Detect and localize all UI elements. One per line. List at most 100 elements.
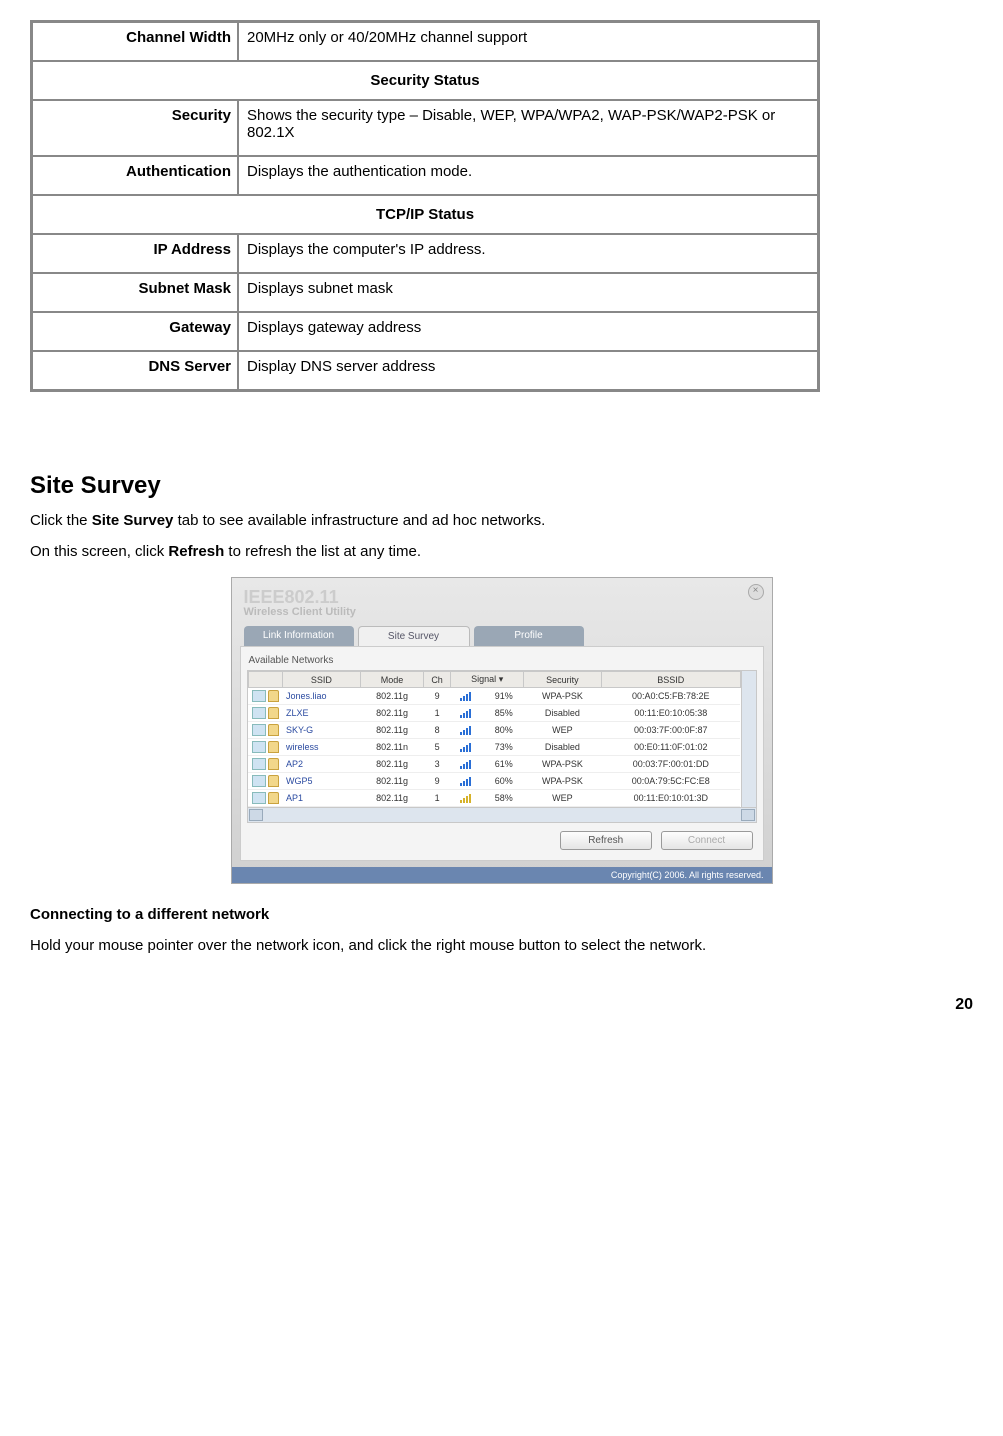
cell-ssid: Jones.liao (282, 688, 361, 705)
button-row: Refresh Connect (247, 823, 757, 850)
network-row[interactable]: AP2802.11g361%WPA-PSK00:03:7F:00:01:DD (248, 756, 740, 773)
row-label: Security (33, 101, 237, 155)
paragraph: On this screen, click Refresh to refresh… (30, 541, 973, 562)
table-row: Authentication Displays the authenticati… (33, 157, 817, 194)
table-row: Subnet Mask Displays subnet mask (33, 274, 817, 311)
col-signal[interactable]: Signal ▾ (451, 672, 524, 688)
row-value: Shows the security type – Disable, WEP, … (239, 101, 817, 155)
table-row: IP Address Displays the computer's IP ad… (33, 235, 817, 272)
cell-ch: 3 (423, 756, 450, 773)
col-bssid[interactable]: BSSID (601, 672, 740, 688)
cell-ch: 1 (423, 790, 450, 807)
row-label: DNS Server (33, 352, 237, 389)
network-icon (248, 790, 282, 807)
col-ssid[interactable]: SSID (282, 672, 361, 688)
signal-bars-icon (451, 705, 484, 722)
lock-icon (268, 758, 279, 770)
status-table: Channel Width 20MHz only or 40/20MHz cha… (30, 20, 820, 392)
section-header: Security Status (33, 62, 817, 99)
cell-security: WPA-PSK (524, 688, 602, 705)
tab-bar: Link Information Site Survey Profile (232, 626, 772, 646)
col-ch[interactable]: Ch (423, 672, 450, 688)
row-value: Displays gateway address (239, 313, 817, 350)
wireless-utility-window: × IEEE802.11 Wireless Client Utility Lin… (231, 577, 773, 884)
cell-bssid: 00:11:E0:10:05:38 (601, 705, 740, 722)
cell-mode: 802.11g (361, 722, 424, 739)
cell-bssid: 00:03:7F:00:01:DD (601, 756, 740, 773)
cell-signal: 91% (484, 688, 524, 705)
cell-signal: 80% (484, 722, 524, 739)
network-icon (248, 688, 282, 705)
cell-mode: 802.11n (361, 739, 424, 756)
network-icon (248, 722, 282, 739)
cell-signal: 73% (484, 739, 524, 756)
col-mode[interactable]: Mode (361, 672, 424, 688)
app-body: Available Networks SSID Mode Ch Signal ▾… (240, 646, 764, 861)
cell-signal: 61% (484, 756, 524, 773)
signal-bars-icon (451, 739, 484, 756)
cell-mode: 802.11g (361, 773, 424, 790)
table-row: DNS Server Display DNS server address (33, 352, 817, 389)
tab-site-survey[interactable]: Site Survey (358, 626, 470, 646)
cell-ssid: SKY-G (282, 722, 361, 739)
network-row[interactable]: WGP5802.11g960%WPA-PSK00:0A:79:5C:FC:E8 (248, 773, 740, 790)
cell-signal: 85% (484, 705, 524, 722)
network-row[interactable]: SKY-G802.11g880%WEP00:03:7F:00:0F:87 (248, 722, 740, 739)
lock-icon (268, 690, 279, 702)
cell-signal: 58% (484, 790, 524, 807)
connect-button[interactable]: Connect (661, 831, 753, 850)
row-value: Displays the computer's IP address. (239, 235, 817, 272)
cell-ch: 8 (423, 722, 450, 739)
cell-ssid: ZLXE (282, 705, 361, 722)
cell-ch: 1 (423, 705, 450, 722)
vertical-scrollbar[interactable] (741, 671, 756, 807)
cell-ch: 9 (423, 773, 450, 790)
col-security[interactable]: Security (524, 672, 602, 688)
row-value: Displays the authentication mode. (239, 157, 817, 194)
section-header: TCP/IP Status (33, 196, 817, 233)
tab-profile[interactable]: Profile (474, 626, 584, 646)
cell-security: Disabled (524, 739, 602, 756)
cell-bssid: 00:03:7F:00:0F:87 (601, 722, 740, 739)
site-survey-heading: Site Survey (30, 472, 973, 500)
lock-icon (268, 724, 279, 736)
page-number: 20 (30, 996, 973, 1014)
lock-icon (268, 741, 279, 753)
row-label: Gateway (33, 313, 237, 350)
available-networks-label: Available Networks (249, 655, 757, 666)
signal-bars-icon (451, 790, 484, 807)
tab-link-information[interactable]: Link Information (244, 626, 354, 646)
app-subtitle: Wireless Client Utility (244, 606, 760, 618)
network-row[interactable]: AP1802.11g158%WEP00:11:E0:10:01:3D (248, 790, 740, 807)
network-row[interactable]: wireless802.11n573%Disabled00:E0:11:0F:0… (248, 739, 740, 756)
table-row: Gateway Displays gateway address (33, 313, 817, 350)
network-table: SSID Mode Ch Signal ▾ Security BSSID Jon… (248, 671, 741, 807)
network-row[interactable]: ZLXE802.11g185%Disabled00:11:E0:10:05:38 (248, 705, 740, 722)
app-header: IEEE802.11 Wireless Client Utility (232, 578, 772, 622)
row-value: 20MHz only or 40/20MHz channel support (239, 23, 817, 60)
network-row[interactable]: Jones.liao802.11g991%WPA-PSK00:A0:C5:FB:… (248, 688, 740, 705)
cell-ssid: wireless (282, 739, 361, 756)
signal-bars-icon (451, 688, 484, 705)
close-icon[interactable]: × (748, 584, 764, 600)
paragraph: Click the Site Survey tab to see availab… (30, 510, 973, 531)
horizontal-scrollbar[interactable] (247, 808, 757, 823)
network-icon (248, 739, 282, 756)
cell-ssid: AP1 (282, 790, 361, 807)
cell-mode: 802.11g (361, 688, 424, 705)
refresh-button[interactable]: Refresh (560, 831, 652, 850)
lock-icon (268, 775, 279, 787)
network-table-wrap: SSID Mode Ch Signal ▾ Security BSSID Jon… (247, 670, 757, 808)
cell-mode: 802.11g (361, 756, 424, 773)
signal-bars-icon (451, 773, 484, 790)
table-row: Channel Width 20MHz only or 40/20MHz cha… (33, 23, 817, 60)
table-row: Security Shows the security type – Disab… (33, 101, 817, 155)
cell-bssid: 00:E0:11:0F:01:02 (601, 739, 740, 756)
cell-security: Disabled (524, 705, 602, 722)
cell-bssid: 00:0A:79:5C:FC:E8 (601, 773, 740, 790)
cell-security: WPA-PSK (524, 773, 602, 790)
app-title: IEEE802.11 (244, 588, 760, 606)
row-value: Displays subnet mask (239, 274, 817, 311)
paragraph: Hold your mouse pointer over the network… (30, 935, 973, 956)
col-icon[interactable] (248, 672, 282, 688)
